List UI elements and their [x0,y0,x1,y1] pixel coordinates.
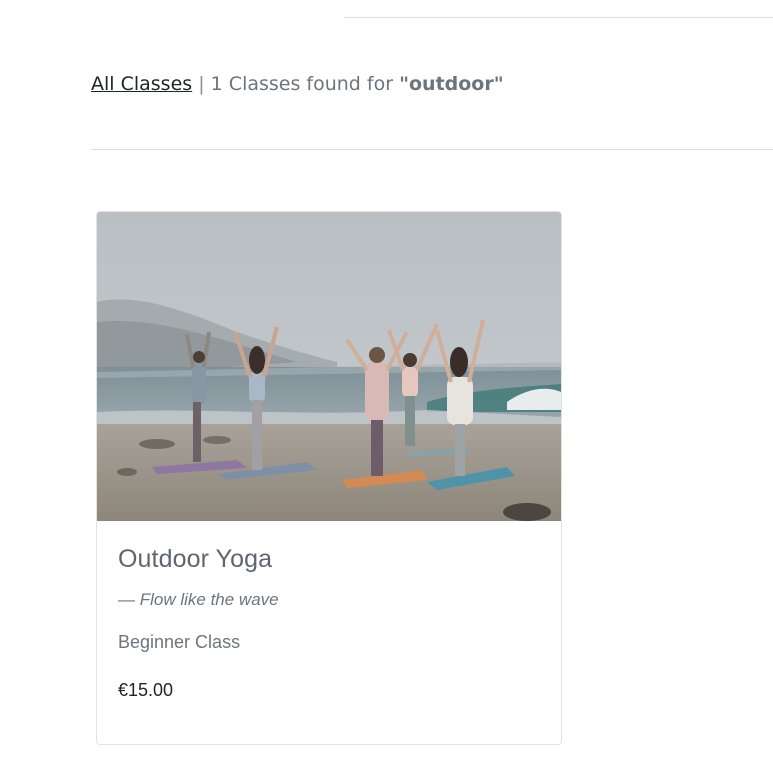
breadcrumb-separator: | [198,73,205,95]
page: All Classes | 1 Classes found for "outdo… [0,0,773,763]
class-tagline: — Flow like the wave [118,590,279,609]
section-divider [91,149,773,150]
class-card-body: Outdoor Yoga — Flow like the wave Beginn… [118,542,541,702]
search-query: "outdoor" [399,73,504,95]
beach-yoga-photo [97,212,561,521]
class-title[interactable]: Outdoor Yoga [118,542,541,576]
class-level: Beginner Class [118,632,241,652]
class-image[interactable] [97,212,561,521]
search-summary: All Classes | 1 Classes found for "outdo… [91,71,504,97]
class-price: €15.00 [118,680,174,700]
class-card[interactable]: Outdoor Yoga — Flow like the wave Beginn… [96,211,562,745]
all-classes-link[interactable]: All Classes [91,73,192,95]
results-count-text: 1 Classes found for [210,73,394,95]
header-divider [344,17,773,18]
